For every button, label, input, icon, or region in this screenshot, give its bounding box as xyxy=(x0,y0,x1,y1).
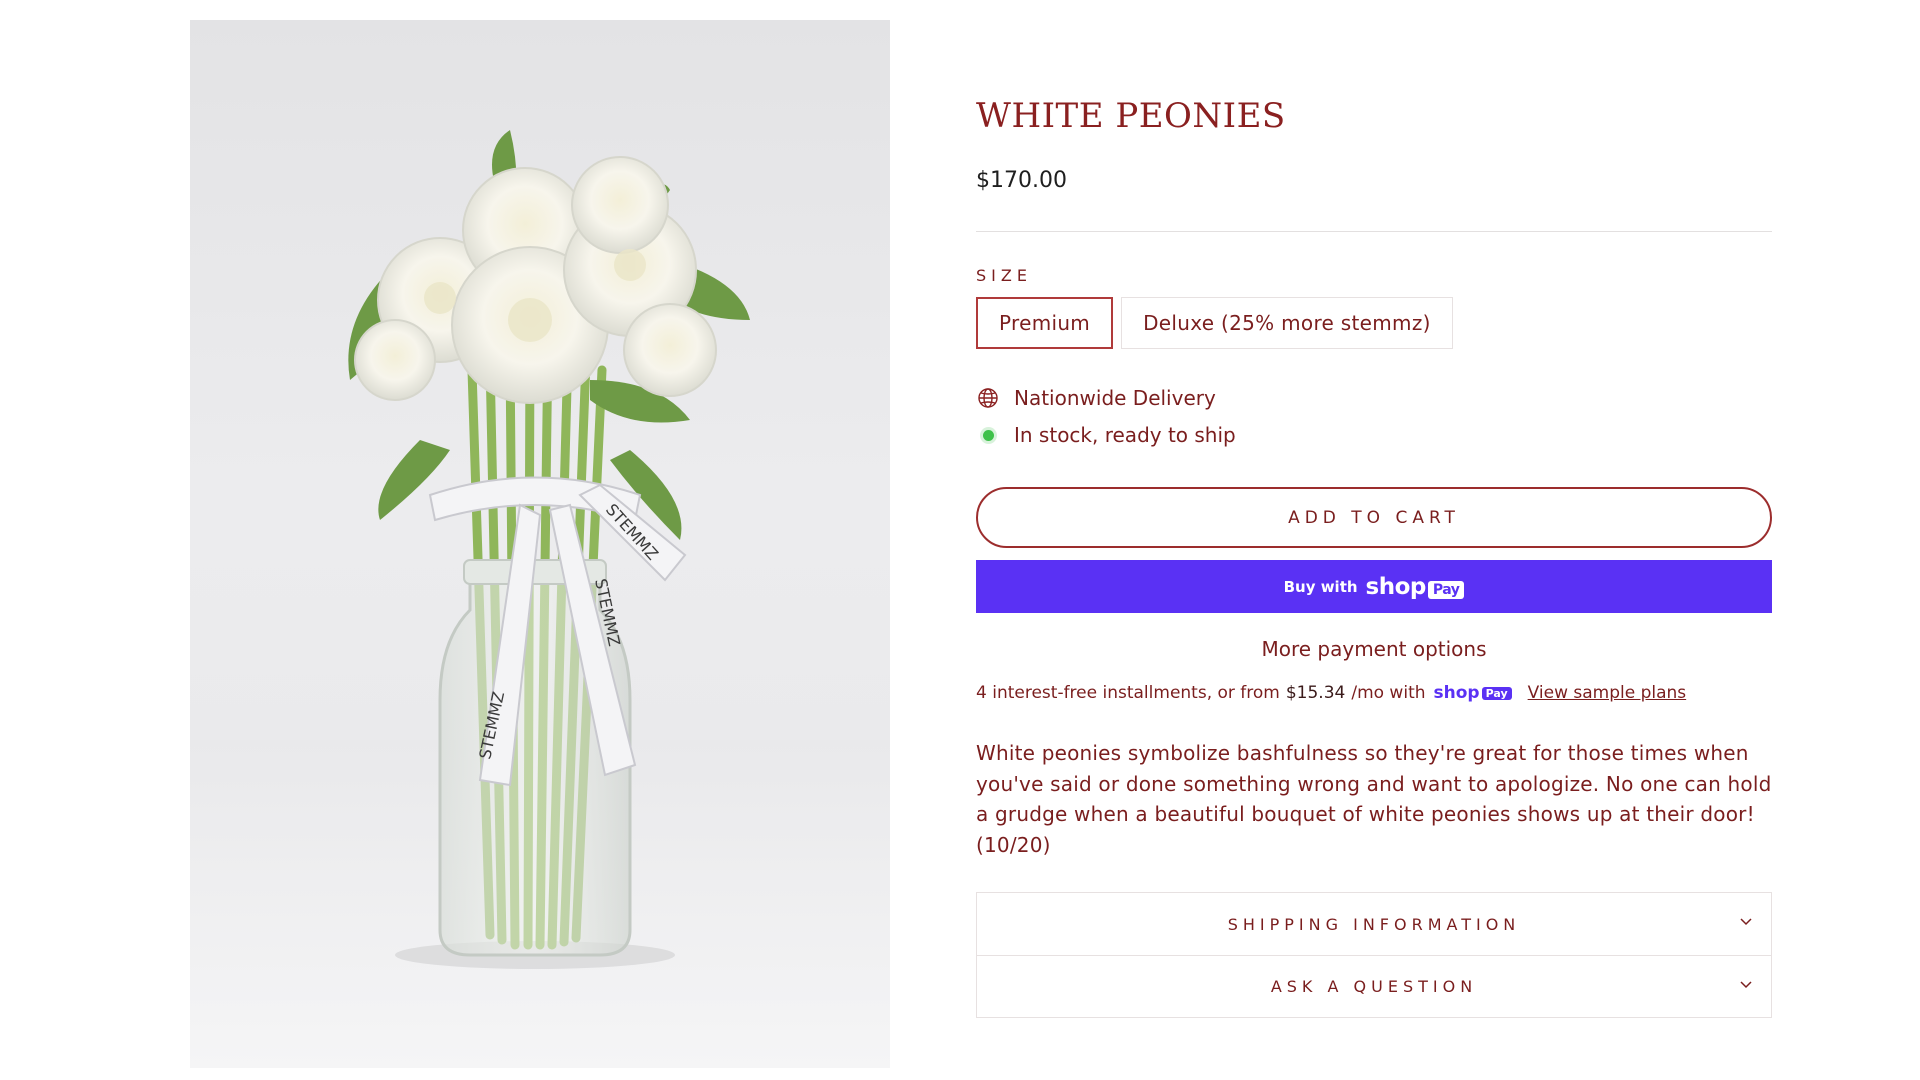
size-option-deluxe[interactable]: Deluxe (25% more stemmz) xyxy=(1121,297,1453,349)
bouquet-illustration: STEMMZ STEMMZ STEMMZ xyxy=(190,130,890,1068)
pay-badge: Pay xyxy=(1427,580,1465,599)
product-image[interactable]: STEMMZ STEMMZ STEMMZ xyxy=(190,20,890,1068)
chevron-down-icon xyxy=(1740,918,1752,926)
buy-with-label: Buy with xyxy=(1283,577,1358,596)
buy-with-shop-pay-button[interactable]: Buy with shop Pay xyxy=(976,560,1772,613)
delivery-info: Nationwide Delivery xyxy=(976,386,1216,410)
installments-suffix: /mo with xyxy=(1351,683,1426,703)
chevron-down-icon xyxy=(1740,980,1752,988)
view-sample-plans-link[interactable]: View sample plans xyxy=(1528,683,1687,703)
stock-info: In stock, ready to ship xyxy=(976,423,1236,447)
shipping-information-label: SHIPPING INFORMATION xyxy=(1227,914,1521,934)
product-accordion: SHIPPING INFORMATION ASK A QUESTION xyxy=(976,892,1772,1018)
shop-pay-logo-small: shop Pay xyxy=(1434,683,1512,703)
shipping-information-toggle[interactable]: SHIPPING INFORMATION xyxy=(977,893,1771,955)
ask-a-question-label: ASK A QUESTION xyxy=(1270,977,1478,996)
installments-info: 4 interest-free installments, or from $1… xyxy=(976,683,1686,703)
add-to-cart-button[interactable]: ADD TO CART xyxy=(976,487,1772,548)
delivery-text: Nationwide Delivery xyxy=(1014,386,1216,410)
size-option-premium[interactable]: Premium xyxy=(976,297,1114,349)
more-payment-options-link[interactable]: More payment options xyxy=(976,637,1772,661)
shop-wordmark: shop xyxy=(1365,573,1427,600)
divider xyxy=(976,231,1772,232)
product-description: White peonies symbolize bashfulness so t… xyxy=(976,741,1772,857)
size-options: Premium Deluxe (25% more stemmz) xyxy=(976,297,1453,349)
pay-mini-badge: Pay xyxy=(1481,686,1512,700)
shop-pay-logo: shop Pay xyxy=(1366,574,1465,600)
product-page: STEMMZ STEMMZ STEMMZ WHITE PEONIES $170.… xyxy=(0,0,1920,1080)
installments-amount: $15.34 xyxy=(1285,683,1346,703)
shop-word: shop xyxy=(1433,683,1480,703)
globe-icon xyxy=(978,388,998,408)
product-price: $170.00 xyxy=(976,168,1067,193)
ask-a-question-toggle[interactable]: ASK A QUESTION xyxy=(977,955,1771,1017)
installments-prefix: 4 interest-free installments, or from xyxy=(976,683,1280,703)
size-label: SIZE xyxy=(976,266,1032,285)
product-title: WHITE PEONIES xyxy=(976,96,1286,136)
green-dot-icon xyxy=(976,423,1000,447)
stock-text: In stock, ready to ship xyxy=(1014,423,1236,447)
